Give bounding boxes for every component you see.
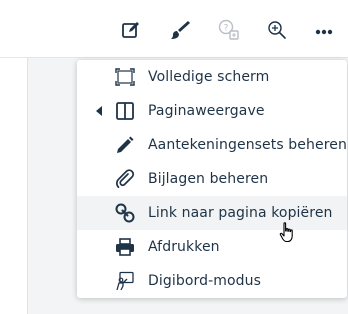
zoom-in-button[interactable] (264, 17, 290, 43)
menu-item-manage-annotation-sets[interactable]: Aantekeningensets beheren (77, 128, 347, 162)
menu-item-label: Afdrukken (148, 239, 220, 255)
more-options-icon (315, 29, 333, 35)
more-options-button[interactable] (311, 17, 337, 43)
document-page-edge (0, 58, 28, 314)
menu-item-copy-page-link[interactable]: Link naar pagina kopiëren (77, 196, 347, 230)
whiteboard-icon (115, 271, 135, 291)
help-translate-icon: ? (218, 19, 239, 40)
menu-item-fullscreen[interactable]: Volledige scherm (77, 60, 347, 94)
edit-note-icon (122, 22, 139, 38)
menu-item-label: Bijlagen beheren (148, 171, 269, 187)
menu-item-whiteboard-mode[interactable]: Digibord-modus (77, 264, 347, 298)
printer-icon (115, 237, 135, 257)
edit-note-button[interactable] (118, 17, 144, 43)
caret-left-icon (96, 106, 102, 116)
brush-button[interactable] (167, 17, 193, 43)
svg-text:?: ? (224, 24, 229, 34)
hand-pointer-cursor-icon (279, 222, 293, 243)
menu-item-label: Aantekeningensets beheren (148, 137, 347, 153)
paperclip-icon (115, 169, 135, 189)
help-translate-button[interactable]: ? (216, 17, 242, 43)
more-options-menu: Volledige scherm Paginaweergave Aanteken… (77, 60, 347, 298)
menu-item-page-view[interactable]: Paginaweergave (77, 94, 347, 128)
menu-item-print[interactable]: Afdrukken (77, 230, 347, 264)
brush-icon (171, 21, 190, 39)
menu-item-label: Volledige scherm (148, 69, 270, 85)
menu-item-label: Digibord-modus (148, 273, 262, 289)
menu-item-label: Link naar pagina kopiëren (148, 205, 333, 221)
fullscreen-icon (115, 67, 135, 87)
menu-item-manage-attachments[interactable]: Bijlagen beheren (77, 162, 347, 196)
menu-item-label: Paginaweergave (148, 103, 265, 119)
zoom-in-icon (268, 21, 286, 39)
link-icon (115, 203, 135, 223)
pencil-icon (115, 135, 135, 155)
top-toolbar: ? (0, 0, 348, 58)
page-view-icon (115, 101, 135, 121)
